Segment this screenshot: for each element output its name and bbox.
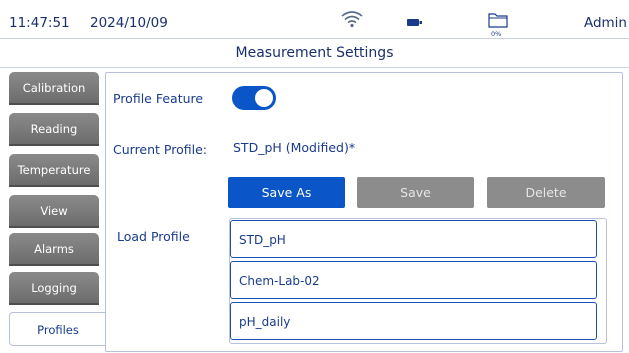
- status-date: 2024/10/09: [90, 15, 168, 31]
- toggle-knob: [255, 89, 273, 107]
- current-profile-value: STD_pH (Modified)*: [233, 140, 356, 155]
- tab-alarms[interactable]: Alarms: [9, 233, 99, 266]
- tab-logging[interactable]: Logging: [9, 272, 99, 305]
- sidebar: Calibration Reading Temperature View Ala…: [0, 67, 106, 353]
- list-item[interactable]: Chem-Lab-02: [230, 261, 597, 299]
- profile-feature-label: Profile Feature: [113, 91, 204, 106]
- status-bar: 11:47:51 2024/10/09 0% Admin: [0, 0, 629, 39]
- tab-reading[interactable]: Reading: [9, 113, 99, 146]
- user-name[interactable]: Admin: [584, 15, 627, 31]
- list-scrollbar[interactable]: [601, 219, 604, 343]
- save-as-button[interactable]: Save As: [228, 177, 345, 208]
- wifi-icon: [341, 11, 363, 28]
- tab-view[interactable]: View: [9, 195, 99, 228]
- list-item[interactable]: pH_daily: [230, 302, 597, 340]
- tab-calibration[interactable]: Calibration: [9, 72, 99, 105]
- profile-feature-toggle[interactable]: [232, 86, 276, 110]
- list-item[interactable]: STD_pH: [230, 220, 597, 258]
- status-time: 11:47:51: [9, 15, 70, 31]
- tab-temperature[interactable]: Temperature: [9, 154, 99, 187]
- folder-icon[interactable]: [488, 12, 508, 28]
- save-button[interactable]: Save: [357, 177, 474, 208]
- page-title: Measurement Settings: [0, 39, 629, 68]
- tab-profiles[interactable]: Profiles: [9, 312, 106, 346]
- load-profile-label: Load Profile: [117, 229, 190, 244]
- delete-button[interactable]: Delete: [487, 177, 605, 208]
- profile-list: STD_pH Chem-Lab-02 pH_daily: [229, 218, 607, 344]
- storage-percent: 0%: [491, 30, 502, 38]
- battery-icon: [407, 19, 422, 26]
- current-profile-label: Current Profile:: [113, 142, 208, 157]
